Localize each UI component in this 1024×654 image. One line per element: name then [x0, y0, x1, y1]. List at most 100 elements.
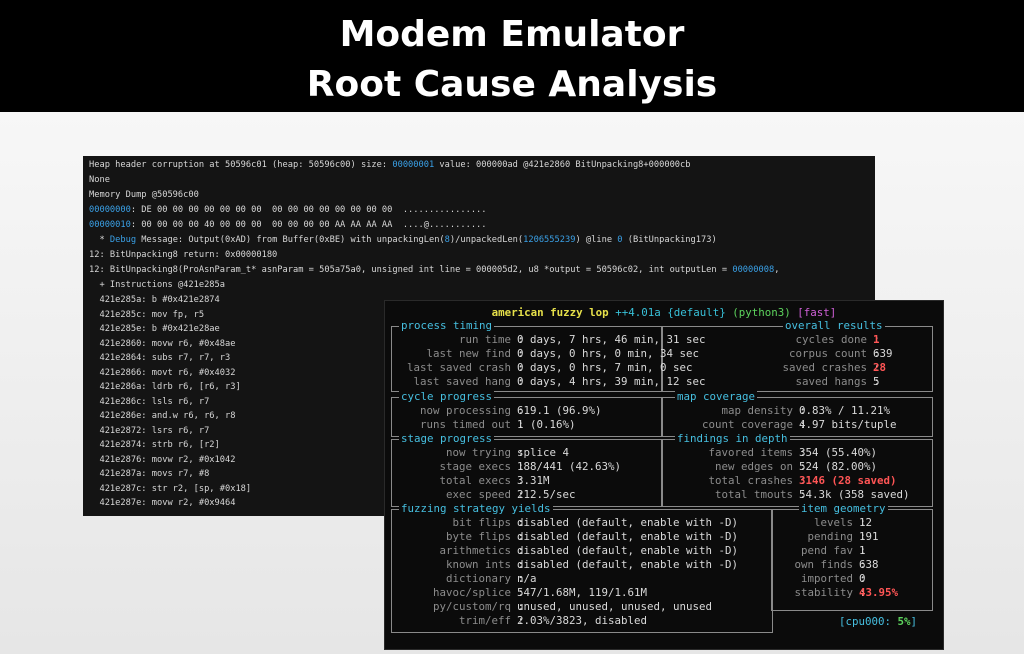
stage-progress-value: 188/441 (42.63%): [517, 460, 622, 473]
overall-results-value: 5: [873, 375, 880, 388]
item-geometry-value: 1: [859, 544, 866, 557]
map-coverage-label: map density: [721, 404, 793, 417]
instruction-line: 421e2866: movt r6, #0x4032: [89, 367, 236, 378]
stage-progress-value: 3.31M: [517, 474, 550, 487]
findings-label: new edges on: [714, 460, 793, 473]
fuzzing-strategy-value: n/a: [517, 572, 537, 585]
overall-results-label: saved crashes: [782, 361, 867, 374]
map-coverage-value: 0.83% / 11.21%: [799, 404, 891, 417]
slide-header: Modem Emulator Root Cause Analysis: [0, 0, 1024, 112]
overall-results-label: corpus count: [788, 347, 867, 360]
stage-progress-value: 212.5/sec: [517, 488, 576, 501]
heap-corruption-line: Heap header corruption at 50596c01 (heap…: [89, 160, 691, 170]
stage-progress-label: now trying: [445, 446, 511, 459]
fuzzing-strategy-value: 547/1.68M, 119/1.61M: [517, 586, 648, 599]
hexdump-row: 00000010: 00 00 00 00 40 00 00 00 00 00 …: [89, 220, 487, 230]
debug-message-line: * Debug Message: Output(0xAD) from Buffe…: [89, 235, 717, 245]
process-timing-label: last saved crash: [406, 361, 511, 374]
cpu-meter: [cpu000: 5%]: [839, 615, 918, 628]
findings-label: total crashes: [708, 474, 793, 487]
stage-progress-label: total execs: [439, 474, 511, 487]
fuzzing-strategy-label: known ints: [445, 558, 511, 571]
instruction-line: 421e286e: and.w r6, r6, r8: [89, 411, 236, 421]
fuzzing-strategy-label: dictionary: [445, 572, 511, 585]
map-coverage-heading: map coverage: [675, 390, 758, 403]
overall-results-value: 28: [873, 361, 887, 374]
map-coverage-box: [661, 397, 933, 437]
fuzzing-strategy-value: disabled (default, enable with -D): [517, 516, 739, 529]
fuzzing-strategy-label: havoc/splice: [432, 586, 511, 599]
process-timing-label: run time: [458, 333, 511, 346]
instruction-line: 421e2874: strb r6, [r2]: [89, 440, 220, 450]
item-geometry-label: pend fav: [800, 544, 853, 557]
item-geometry-heading: item geometry: [799, 502, 888, 515]
instruction-line: 421e287a: movs r7, #8: [89, 469, 210, 479]
fuzzing-strategy-value: 2.03%/3823, disabled: [517, 614, 648, 627]
instruction-line: 421e287e: movw r2, #0x9464: [89, 498, 236, 508]
cycle-progress-value: 619.1 (96.9%): [517, 404, 602, 417]
instruction-line: 421e286c: lsls r6, r7: [89, 396, 210, 407]
findings-value: 524 (82.00%): [799, 460, 878, 473]
cycle-progress-label: now processing: [419, 404, 511, 417]
stage-progress-label: exec speed: [445, 488, 511, 501]
cycle-progress-box: [391, 397, 663, 437]
item-geometry-label: imported: [800, 572, 853, 585]
instruction-line: 421e286a: ldrb r6, [r6, r3]: [89, 382, 241, 392]
fuzzing-strategy-label: py/custom/rq: [432, 600, 511, 613]
cycle-progress-heading: cycle progress: [399, 390, 495, 403]
findings-value: 54.3k (358 saved): [799, 488, 910, 501]
fuzzing-strategy-label: bit flips: [452, 516, 511, 529]
instruction-line: 421e285a: b #0x421e2874: [89, 295, 220, 305]
process-timing-label: last new find: [426, 347, 511, 360]
instruction-line: 421e285e: b #0x421e28ae: [89, 324, 220, 334]
findings-label: total tmouts: [714, 488, 793, 501]
process-timing-heading: process timing: [399, 319, 495, 332]
memory-dump-line: Memory Dump @50596c00: [89, 190, 199, 200]
afl-title-bar: american fuzzy lop ++4.01a {default} (py…: [491, 306, 837, 319]
item-geometry-label: pending: [807, 530, 853, 543]
overall-results-value: 639: [873, 347, 893, 360]
overall-results-heading: overall results: [783, 319, 885, 332]
instruction-line: 421e285c: mov fp, r5: [89, 309, 205, 320]
item-geometry-label: levels: [813, 516, 853, 529]
findings-value: 354 (55.40%): [799, 446, 878, 459]
overall-results-label: saved hangs: [795, 375, 867, 388]
stage-progress-heading: stage progress: [399, 432, 495, 445]
item-geometry-label: own finds: [794, 558, 853, 571]
findings-heading: findings in depth: [675, 432, 790, 445]
hexdump-row: 00000000: DE 00 00 00 00 00 00 00 00 00 …: [89, 205, 487, 215]
cycle-progress-label: runs timed out: [419, 418, 511, 431]
cycle-progress-value: 1 (0.16%): [517, 418, 576, 431]
findings-label: favored items: [708, 446, 793, 459]
item-geometry-value: 43.95%: [859, 586, 899, 599]
return-line: 12: BitUnpacking8 return: 0x00000180: [89, 250, 278, 260]
item-geometry-value: 12: [859, 516, 873, 529]
fuzzing-strategy-value: unused, unused, unused, unused: [517, 600, 713, 613]
slide-title-line-2: Root Cause Analysis: [306, 64, 718, 105]
item-geometry-value: 191: [859, 530, 879, 543]
instruction-line: 421e287c: str r2, [sp, #0x18]: [89, 483, 252, 494]
stage-progress-label: stage execs: [439, 460, 511, 473]
overall-results-label: cycles done: [795, 333, 867, 346]
afl-status-screen: american fuzzy lop ++4.01a {default} (py…: [384, 300, 944, 650]
instruction-line: 421e2872: lsrs r6, r7: [89, 425, 210, 436]
none-line: None: [89, 175, 110, 185]
fuzzing-strategy-label: arithmetics: [439, 544, 511, 557]
item-geometry-value: 638: [859, 558, 879, 571]
instruction-line: 421e2876: movw r2, #0x1042: [89, 454, 236, 465]
process-timing-label: last saved hang: [413, 375, 511, 388]
item-geometry-label: stability: [794, 586, 853, 599]
cpu-value: 5%: [897, 615, 911, 628]
fuzzing-strategy-value: disabled (default, enable with -D): [517, 558, 739, 571]
call-line: 12: BitUnpacking8(ProAsnParam_t* asnPara…: [89, 265, 780, 275]
findings-value: 3146 (28 saved): [799, 474, 897, 487]
stage-progress-value: splice 4: [517, 446, 570, 459]
fuzzing-strategy-value: disabled (default, enable with -D): [517, 530, 739, 543]
fuzzing-strategy-heading: fuzzing strategy yields: [399, 502, 553, 515]
fuzzing-strategy-value: disabled (default, enable with -D): [517, 544, 739, 557]
fuzzing-strategy-label: trim/eff: [458, 614, 511, 627]
instructions-header: + Instructions @421e285a: [89, 280, 225, 290]
item-geometry-value: 0: [859, 572, 866, 585]
instruction-line: 421e2864: subs r7, r7, r3: [89, 353, 231, 363]
map-coverage-value: 4.97 bits/tuple: [799, 418, 897, 431]
